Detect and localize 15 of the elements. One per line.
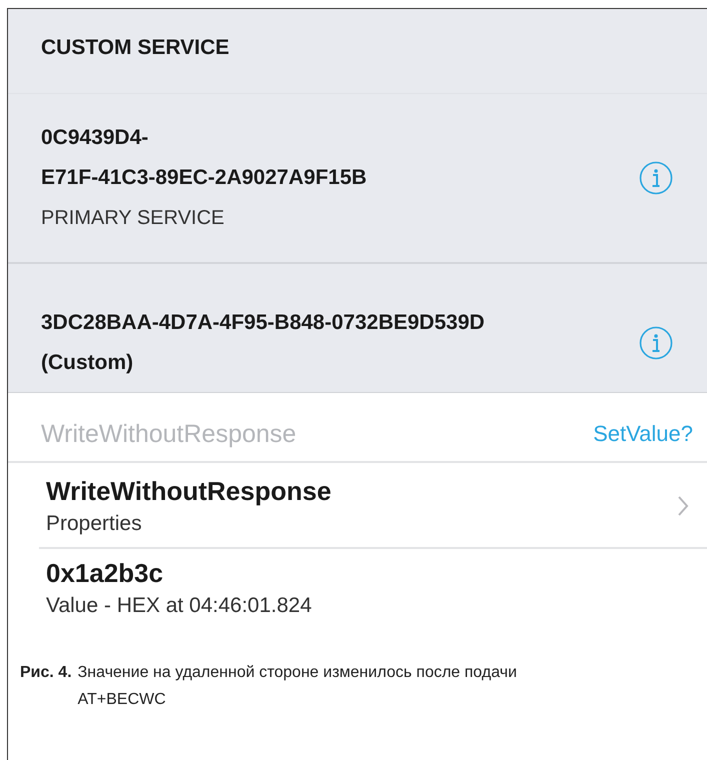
value-text: 0x1a2b3c: [46, 557, 164, 590]
characteristic-label: WriteWithoutResponse: [41, 420, 296, 448]
characteristic-note: (Custom): [41, 350, 134, 376]
chevron-icon[interactable]: [677, 495, 689, 517]
service-uuid: 0C9439D4-: [41, 125, 150, 151]
info-icon[interactable]: [639, 161, 673, 195]
properties-label: Properties: [46, 511, 143, 537]
properties-title: WriteWithoutResponse: [46, 475, 332, 508]
characteristic-uuid: 3DC28BAA-4D7A-4F95-B848-0732BE9D539D: [41, 310, 485, 336]
service-type: PRIMARY SERVICE: [41, 206, 226, 231]
value-timestamp: Value - HEX at 04:46:01.824: [46, 593, 313, 619]
section-header: CUSTOM SERVICE: [8, 9, 707, 94]
info-icon[interactable]: [639, 326, 673, 360]
service-uuid: E71F-41C3-89EC-2A9027A9F15B: [41, 165, 367, 191]
figure-caption: Рис. 4. Значение на удаленной стороне изменилось после подачи AT+BECWC: [19, 663, 518, 710]
